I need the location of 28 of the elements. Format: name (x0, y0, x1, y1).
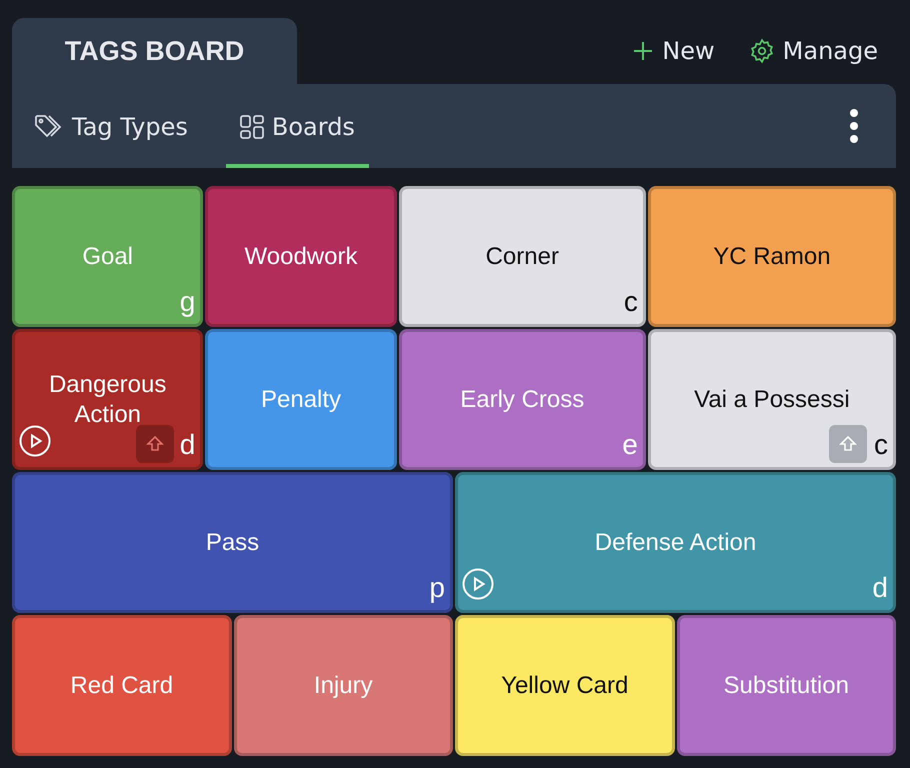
tag-tile[interactable]: YC Ramon (648, 186, 896, 327)
hotkey-label: g (180, 288, 196, 316)
hotkey-label: d (872, 574, 888, 602)
hotkey-label: d (180, 431, 196, 459)
new-button[interactable]: New (632, 37, 715, 65)
hotkey-label: e (622, 431, 638, 459)
hotkey-label: c (874, 431, 888, 459)
more-icon (850, 109, 858, 143)
tag-tile[interactable]: Substitution (676, 615, 896, 756)
tab[interactable]: Boards (226, 84, 369, 168)
board-title: TAGS BOARD (64, 36, 244, 66)
tag-tile[interactable]: Woodwork (205, 186, 397, 327)
hotkey-label: c (624, 288, 638, 316)
tab[interactable]: Tag Types (34, 84, 202, 168)
tag-tile[interactable]: Dangerous Action d (12, 329, 204, 470)
tag-icon (34, 114, 64, 140)
tag-tile[interactable]: Yellow Card (455, 615, 674, 756)
settings-icon (748, 38, 775, 64)
tag-tile[interactable]: Defense Action d (455, 472, 896, 613)
tag-tile[interactable]: Pass p (12, 472, 453, 613)
plus-icon (632, 40, 654, 62)
tag-tile[interactable]: Corner c (398, 186, 646, 327)
hotkey-label: p (429, 574, 445, 602)
tag-tile[interactable]: Early Cross e (398, 329, 646, 470)
grid-icon (240, 115, 264, 139)
tag-tile[interactable]: Vai a Possessi c (648, 329, 896, 470)
tag-tile[interactable]: Red Card (12, 615, 232, 756)
manage-button[interactable]: Manage (748, 37, 878, 65)
